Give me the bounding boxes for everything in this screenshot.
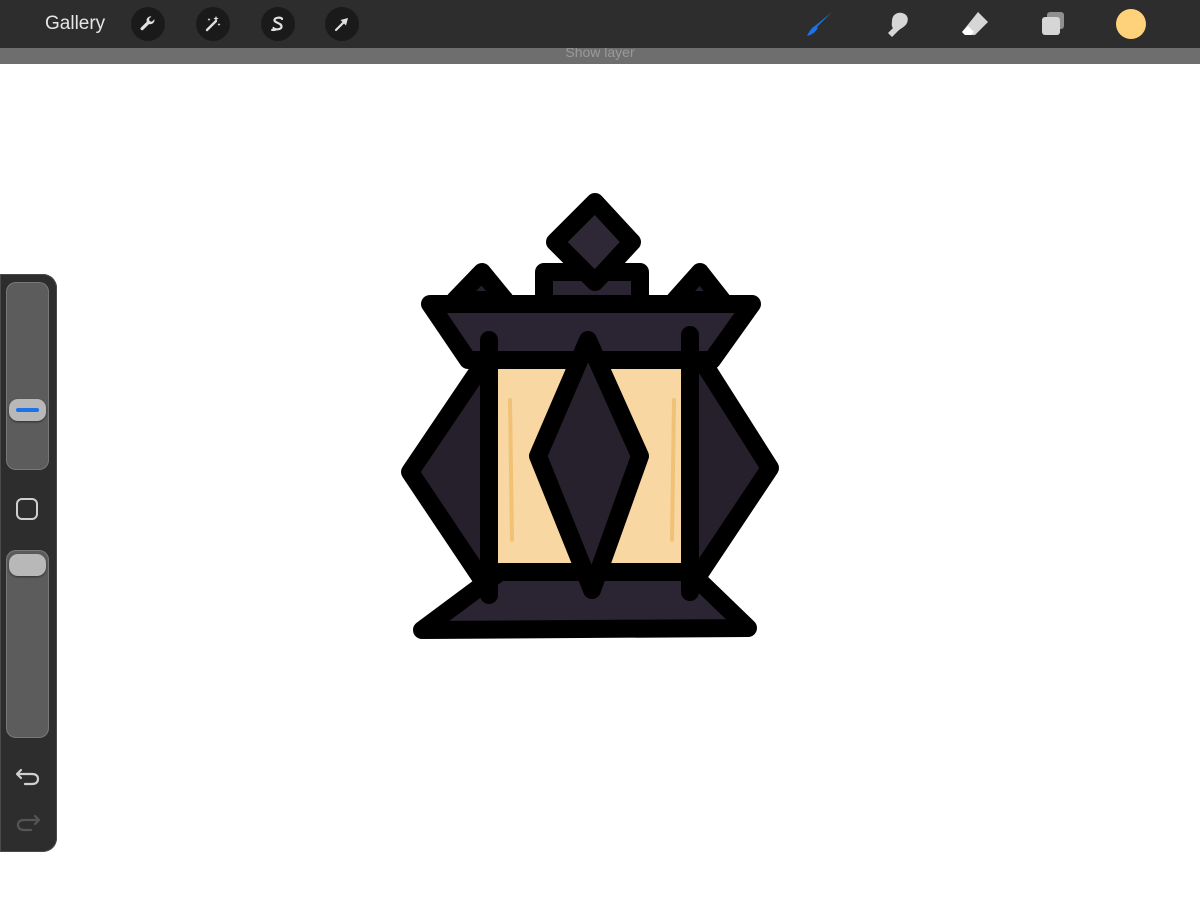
lantern-drawing [401, 193, 779, 639]
brush-opacity-thumb[interactable] [9, 554, 46, 576]
left-sidebar [0, 274, 57, 852]
procreate-app: Gallery Show layer [0, 0, 1200, 900]
undo-icon [15, 768, 40, 786]
redo-icon [16, 814, 41, 832]
brush-size-thumb[interactable] [9, 399, 46, 421]
undo-button[interactable] [15, 764, 41, 788]
drawing-canvas[interactable] [0, 64, 1200, 900]
square-icon[interactable] [16, 498, 38, 520]
brush-opacity-slider[interactable] [6, 550, 49, 738]
redo-button[interactable] [15, 810, 41, 834]
brush-size-slider[interactable] [6, 282, 49, 470]
